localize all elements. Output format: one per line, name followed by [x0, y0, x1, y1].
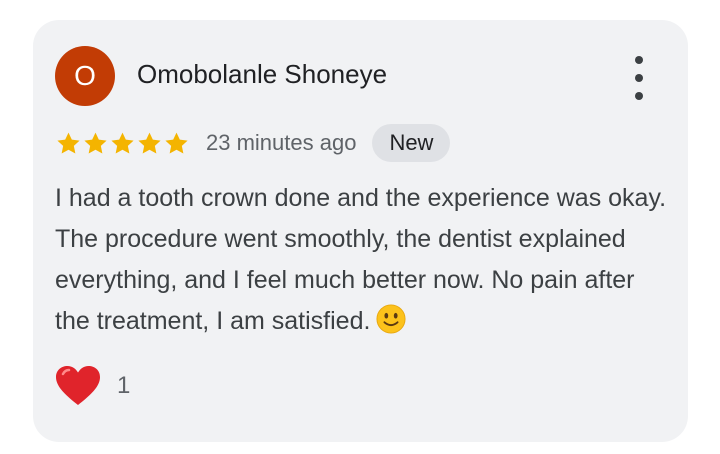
- reviewer-name[interactable]: Omobolanle Shoneye: [137, 57, 387, 91]
- more-options-dot: [635, 74, 643, 82]
- star-icon: [111, 132, 134, 154]
- more-options-dot: [635, 92, 643, 100]
- heart-icon: [56, 366, 100, 405]
- review-timestamp: 23 minutes ago: [206, 130, 357, 155]
- more-options-dot: [635, 56, 643, 64]
- review-card: O Omobolanle Shoneye 23 minutes ago New …: [33, 20, 688, 442]
- star-icon: [57, 132, 80, 154]
- more-options-icon[interactable]: [625, 56, 653, 100]
- reaction-count: 1: [117, 372, 131, 399]
- heart-reaction-button[interactable]: 1: [55, 364, 130, 408]
- star-icon: [84, 132, 107, 154]
- star-icon: [165, 132, 188, 154]
- review-text: I had a tooth crown done and the experie…: [55, 184, 667, 335]
- new-badge: New: [372, 124, 451, 162]
- star-icon: [138, 132, 161, 154]
- reviewer-avatar[interactable]: O: [55, 46, 115, 106]
- review-meta-row: 23 minutes ago New: [55, 124, 451, 162]
- star-rating: [55, 130, 190, 157]
- review-text-block: I had a tooth crown done and the experie…: [55, 178, 675, 342]
- slightly-smiling-face-icon: [376, 304, 406, 334]
